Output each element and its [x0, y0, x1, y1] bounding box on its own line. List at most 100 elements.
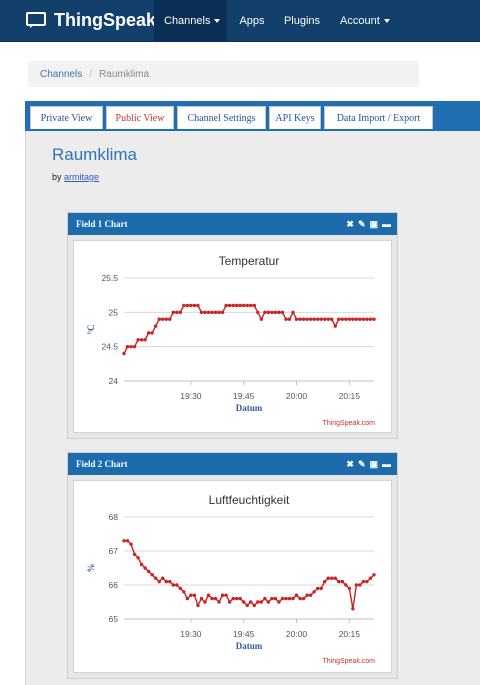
nav-apps-label: Apps	[239, 14, 265, 27]
edit-icon[interactable]: ✎	[358, 219, 366, 230]
nav-plugins[interactable]: Plugins	[276, 0, 328, 41]
tab-api-keys[interactable]: API Keys	[269, 106, 321, 129]
data-point	[125, 344, 130, 349]
data-point	[287, 317, 292, 321]
widget-header: Field 2 Chart ✖ ✎ ▣ ▬	[68, 453, 397, 475]
data-point	[270, 596, 274, 601]
breadcrumb-channels-link[interactable]: Channels	[40, 69, 82, 80]
tab-public-view[interactable]: Public View	[106, 106, 174, 129]
data-point	[168, 579, 172, 584]
data-point	[315, 586, 320, 591]
caret-down-icon	[214, 18, 221, 23]
brand-name: ThingSpeak	[54, 10, 157, 30]
data-point	[263, 310, 267, 315]
data-point	[337, 317, 341, 321]
nav-account[interactable]: Account	[330, 0, 400, 41]
data-point	[234, 303, 239, 308]
data-point	[220, 310, 225, 315]
chart-container: Luftfeuchtigkeit 65 66 67 68 19:30 19:45 20:00 2…	[73, 480, 392, 673]
data-point	[305, 593, 309, 597]
data-point	[199, 596, 204, 601]
data-point	[196, 603, 200, 608]
data-point	[196, 303, 200, 308]
data-point	[192, 303, 197, 308]
minimize-icon[interactable]: ▬	[382, 219, 391, 229]
data-point	[351, 607, 355, 611]
chart-credit[interactable]: ThingSpeak.com	[322, 420, 375, 427]
brand-logo[interactable]: ThingSpeak	[26, 0, 156, 41]
data-point	[277, 310, 281, 315]
data-point	[372, 317, 376, 321]
data-point	[344, 317, 348, 321]
humidity-chart: Luftfeuchtigkeit 65 66 67 68 19:30 19:45 20:00 2…	[86, 493, 376, 665]
data-point	[189, 593, 193, 597]
y-axis-title: °C	[86, 324, 96, 334]
y-tick-label: 25	[109, 307, 119, 317]
data-point	[344, 583, 348, 587]
data-point	[132, 552, 137, 557]
data-point	[291, 596, 295, 601]
author-link[interactable]: armitage	[64, 172, 99, 182]
breadcrumb-current: Raumklima	[99, 68, 150, 80]
nav-channels[interactable]: Channels	[154, 0, 227, 41]
channel-byline: by armitage	[52, 172, 99, 182]
data-point	[358, 583, 362, 587]
data-point	[294, 317, 299, 321]
temperature-chart: Temperatur 24 24.5 25 25.5 19:30 19:45 20:00 20:…	[86, 254, 376, 427]
data-point	[146, 569, 151, 574]
data-point	[161, 576, 165, 580]
data-point	[150, 331, 154, 335]
data-point	[213, 310, 218, 315]
data-point	[178, 310, 183, 315]
x-tick-label: 20:15	[339, 391, 361, 401]
tab-channel-settings[interactable]: Channel Settings	[177, 106, 266, 129]
data-point	[280, 596, 285, 601]
comment-icon[interactable]: ▣	[369, 219, 378, 230]
data-point	[347, 586, 352, 591]
data-point	[217, 600, 221, 604]
minimize-icon[interactable]: ▬	[382, 459, 391, 469]
y-tick-label: 66	[109, 580, 119, 590]
nav-apps[interactable]: Apps	[230, 0, 274, 41]
data-point	[266, 600, 271, 604]
data-point	[157, 579, 161, 584]
comment-icon[interactable]: ▣	[369, 459, 378, 470]
data-point	[242, 303, 246, 308]
nav-plugins-label: Plugins	[283, 14, 321, 27]
y-tick-label: 24.5	[101, 342, 118, 352]
chat-bubble-icon	[26, 12, 46, 28]
data-point	[361, 317, 366, 321]
data-point	[136, 556, 140, 560]
chart-credit[interactable]: ThingSpeak.com	[322, 658, 375, 665]
data-point	[365, 317, 369, 321]
tab-private-view[interactable]: Private View	[30, 106, 103, 129]
data-point	[122, 539, 126, 543]
data-point	[273, 310, 278, 315]
data-point	[139, 338, 144, 342]
data-point	[312, 590, 316, 594]
data-point	[238, 303, 242, 308]
tab-label: Data Import / Export	[336, 112, 421, 124]
y-tick-label: 24	[109, 376, 119, 386]
data-point	[361, 579, 366, 584]
y-tick-label: 65	[109, 614, 119, 624]
tab-data-import-export[interactable]: Data Import / Export	[324, 106, 433, 129]
data-point	[323, 317, 327, 321]
widget-title: Field 2 Chart	[76, 459, 128, 469]
data-point	[245, 603, 249, 608]
close-icon[interactable]: ✖	[346, 219, 354, 230]
x-axis-title: Datum	[236, 641, 263, 651]
byline-prefix: by	[52, 172, 62, 182]
data-point	[305, 317, 309, 321]
data-point	[203, 600, 207, 604]
data-point	[287, 596, 292, 601]
edit-icon[interactable]: ✎	[358, 459, 366, 470]
close-icon[interactable]: ✖	[346, 459, 354, 470]
data-point	[277, 600, 281, 604]
chart-title: Temperatur	[219, 254, 280, 268]
data-point	[164, 579, 168, 584]
channel-title: Raumklima	[52, 145, 138, 164]
data-point	[333, 576, 337, 580]
x-tick-label: 20:00	[286, 629, 308, 639]
x-tick-label: 19:30	[180, 391, 202, 401]
